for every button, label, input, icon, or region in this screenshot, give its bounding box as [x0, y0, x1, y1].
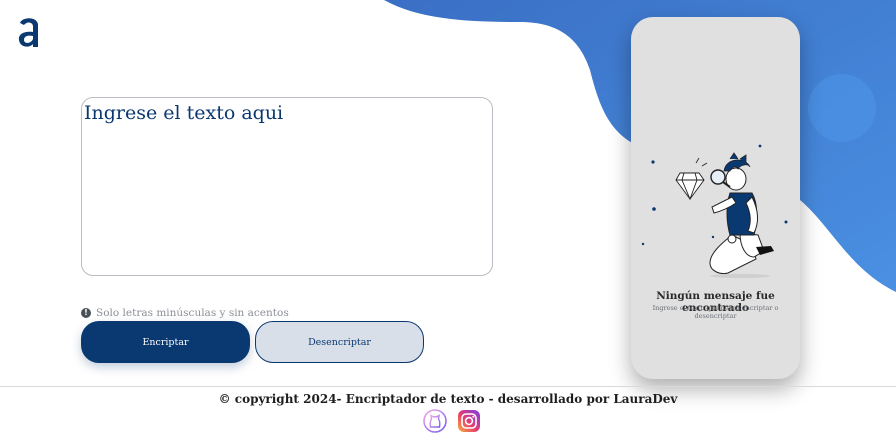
github-icon[interactable] [423, 409, 447, 433]
footer-copyright: © copyright 2024- Encriptador de texto -… [218, 392, 678, 406]
search-illustration-icon [641, 144, 788, 278]
no-message-subtitle: Ingrese el texto que desea encriptar o d… [652, 304, 779, 320]
instagram-icon[interactable] [457, 409, 481, 433]
decrypt-button[interactable]: Desencriptar [255, 321, 424, 363]
input-hint: ! Solo letras minúsculas y sin acentos [81, 306, 289, 320]
exclamation-circle-icon: ! [81, 308, 91, 318]
text-input[interactable] [81, 97, 493, 276]
alura-logo-icon[interactable] [14, 14, 44, 50]
encrypt-button[interactable]: Encriptar [81, 321, 250, 363]
hint-text: Solo letras minúsculas y sin acentos [96, 307, 289, 319]
footer-divider [0, 386, 896, 387]
